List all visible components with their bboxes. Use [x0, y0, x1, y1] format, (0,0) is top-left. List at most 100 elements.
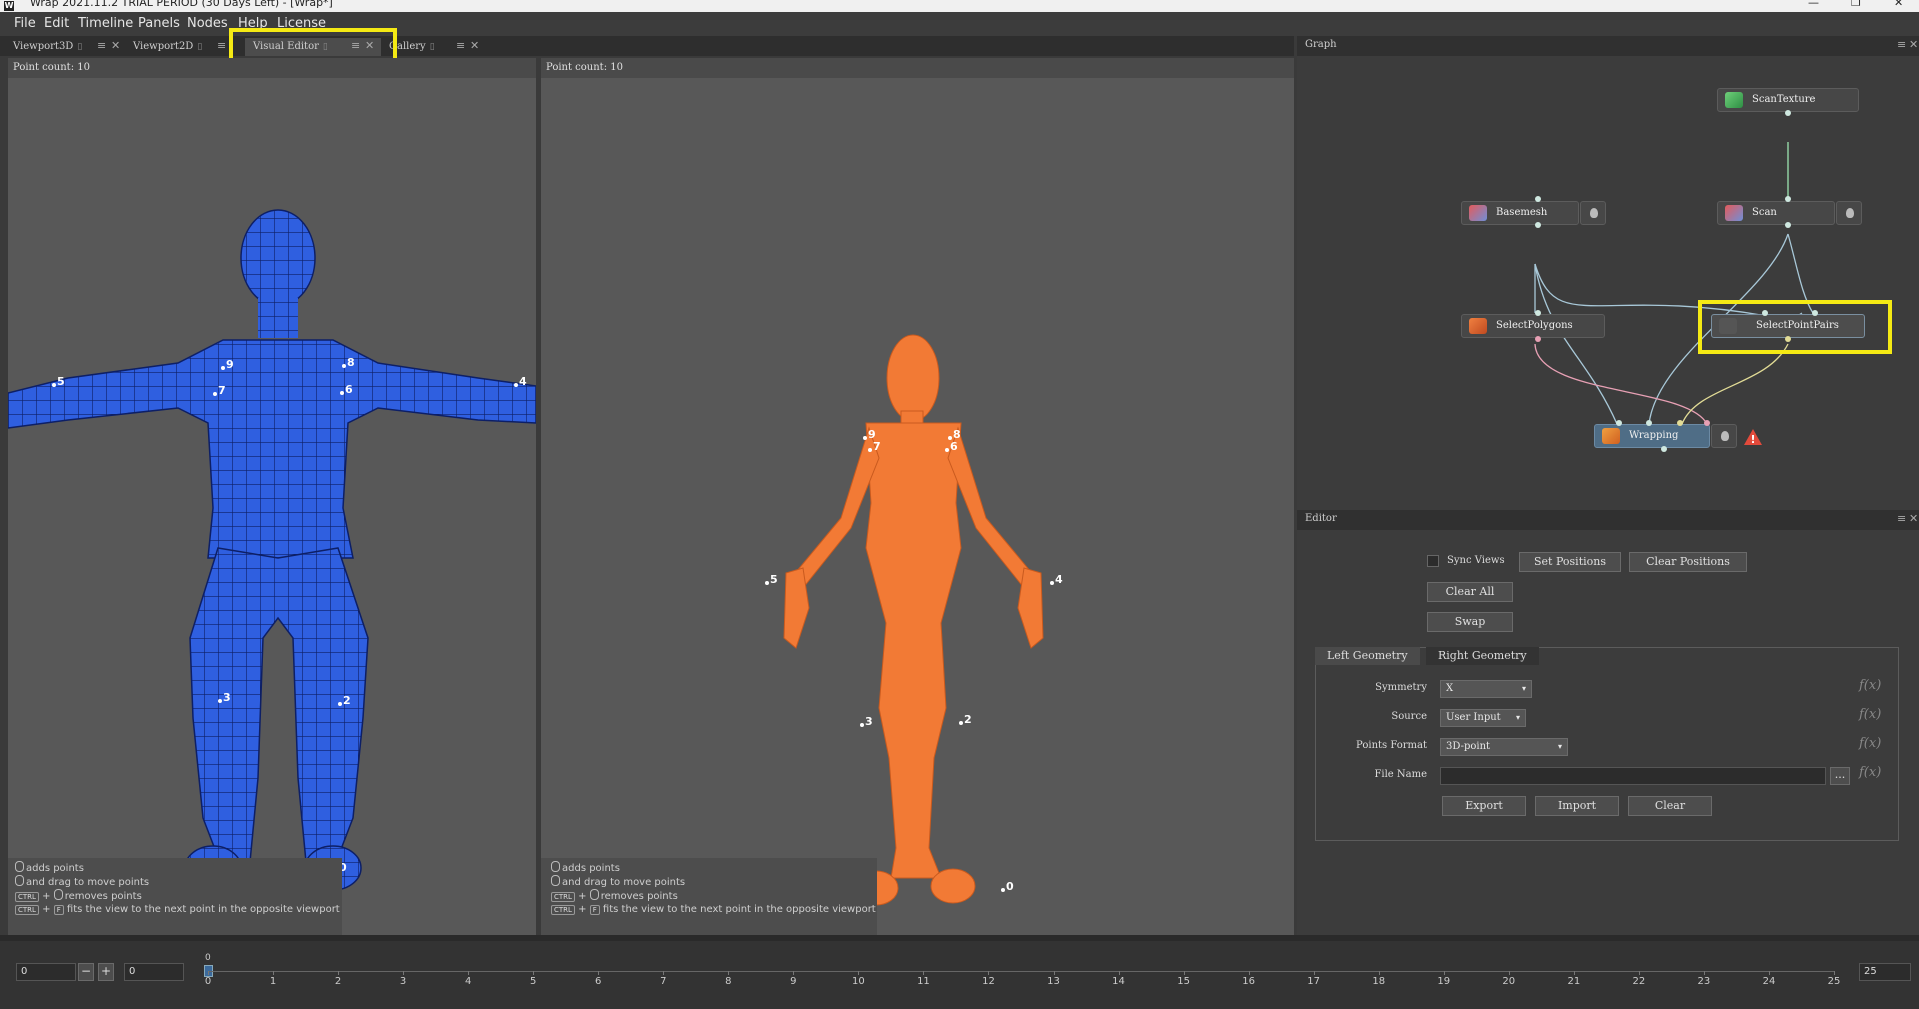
node-basemesh[interactable]: Basemesh	[1461, 201, 1579, 225]
clear-all-button[interactable]: Clear All	[1427, 582, 1513, 602]
visibility-bulb-icon[interactable]	[1580, 201, 1606, 225]
point-label: 7	[873, 440, 881, 453]
fx-icon[interactable]: f(x)	[1859, 736, 1881, 751]
app-icon: W	[4, 1, 14, 11]
tab-menu-icon[interactable]: ≡	[97, 38, 106, 54]
output-port[interactable]	[1661, 446, 1667, 452]
output-port[interactable]	[1785, 110, 1791, 116]
landmark-point[interactable]	[945, 448, 949, 452]
timeline-tick	[1443, 971, 1445, 975]
right-viewport[interactable]: Point count: 10 0 1 2 3 4 5 6 7 8 9 adds…	[541, 58, 1294, 935]
clear-positions-button[interactable]: Clear Positions	[1629, 552, 1747, 572]
maximize-button[interactable]: ❐	[1851, 0, 1861, 9]
landmark-point[interactable]	[948, 436, 952, 440]
landmark-point[interactable]	[863, 436, 867, 440]
plus-sign: +	[578, 891, 587, 902]
landmark-point[interactable]	[221, 366, 225, 370]
fx-icon[interactable]: f(x)	[1859, 765, 1881, 780]
tab-menu-icon[interactable]: ≡	[217, 38, 226, 54]
connection-line	[1681, 343, 1789, 425]
hint-text: and drag to move points	[562, 877, 686, 888]
file-name-input[interactable]	[1440, 767, 1826, 785]
timeline-tick-label: 2	[334, 976, 342, 987]
timeline-tick-label: 4	[464, 976, 472, 987]
hint-fit: CTRL + F fits the view to the next point…	[15, 903, 342, 917]
landmark-point[interactable]	[514, 383, 518, 387]
input-port[interactable]	[1535, 196, 1541, 202]
import-button[interactable]: Import	[1535, 796, 1619, 816]
tab-viewport3d[interactable]: Viewport3D ▯	[8, 38, 128, 56]
tab-menu-icon[interactable]: ≡	[456, 38, 465, 54]
landmark-point[interactable]	[959, 721, 963, 725]
input-port[interactable]	[1785, 196, 1791, 202]
blue-mesh-view[interactable]: 0 1 2 3 4 5 6 7 8 9	[8, 78, 536, 935]
left-viewport[interactable]: Point count: 10 0 1 2 3 4 5 6 7 8 9	[8, 58, 536, 935]
timeline-tick	[1834, 971, 1835, 975]
point-label: 6	[950, 440, 958, 453]
node-scan[interactable]: Scan	[1717, 201, 1835, 225]
close-window-button[interactable]: ✕	[1894, 0, 1903, 9]
close-icon[interactable]: ✕	[111, 38, 120, 54]
swap-button[interactable]: Swap	[1427, 612, 1513, 632]
menu-panels[interactable]: Panels	[138, 16, 180, 31]
fx-icon[interactable]: f(x)	[1859, 678, 1881, 693]
select-value: User Input	[1446, 712, 1501, 723]
export-button[interactable]: Export	[1442, 796, 1526, 816]
landmark-point[interactable]	[340, 391, 344, 395]
landmark-point[interactable]	[338, 702, 342, 706]
fx-icon[interactable]: f(x)	[1859, 707, 1881, 722]
node-label: Scan	[1752, 207, 1777, 218]
point-label: 4	[519, 375, 527, 388]
landmark-point[interactable]	[213, 392, 217, 396]
timeline-tick	[1248, 971, 1250, 975]
landmark-point[interactable]	[860, 723, 864, 727]
landmark-point[interactable]	[765, 581, 769, 585]
close-icon[interactable]: ✕	[1909, 512, 1918, 525]
output-port[interactable]	[1535, 222, 1541, 228]
graph-panel[interactable]: Graph ≡ ✕ ScanTexture Basemesh Scan Sele…	[1297, 36, 1919, 510]
timeline-end-input[interactable]: 25	[1859, 963, 1911, 981]
timeline-tick	[793, 971, 795, 975]
input-port[interactable]	[1646, 420, 1652, 426]
minimize-button[interactable]: —	[1808, 0, 1819, 9]
tab-right-geometry[interactable]: Right Geometry	[1426, 647, 1539, 665]
input-port[interactable]	[1535, 310, 1541, 316]
landmark-point[interactable]	[342, 364, 346, 368]
landmark-point[interactable]	[868, 448, 872, 452]
menu-nodes[interactable]: Nodes	[187, 16, 228, 31]
landmark-point[interactable]	[1001, 888, 1005, 892]
menu-edit[interactable]: Edit	[44, 16, 69, 31]
timeline-tick-label: 17	[1307, 976, 1321, 987]
close-icon[interactable]: ✕	[470, 38, 479, 54]
tab-left-geometry[interactable]: Left Geometry	[1315, 647, 1420, 665]
node-wrapping[interactable]: Wrapping	[1594, 424, 1710, 448]
input-port[interactable]	[1677, 420, 1683, 426]
output-port[interactable]	[1535, 336, 1541, 342]
mouse-icon	[589, 889, 599, 900]
symmetry-select[interactable]: X ▾	[1440, 680, 1532, 698]
timeline-tick	[663, 971, 665, 975]
menu-file[interactable]: File	[14, 16, 36, 31]
timeline-divider[interactable]	[0, 935, 1919, 941]
browse-button[interactable]: ...	[1830, 767, 1850, 785]
visibility-bulb-icon[interactable]	[1836, 201, 1862, 225]
orange-mesh-view[interactable]: 0 1 2 3 4 5 6 7 8 9	[541, 78, 1294, 935]
landmark-point[interactable]	[218, 699, 222, 703]
source-select[interactable]: User Input ▾	[1440, 709, 1526, 727]
set-positions-button[interactable]: Set Positions	[1519, 552, 1621, 572]
sync-views-checkbox[interactable]	[1427, 555, 1439, 567]
input-port[interactable]	[1616, 420, 1622, 426]
input-port[interactable]	[1704, 420, 1710, 426]
timeline-tick-label: 22	[1632, 976, 1646, 987]
menu-timeline[interactable]: Timeline	[78, 16, 133, 31]
points-format-select[interactable]: 3D-point ▾	[1440, 738, 1568, 756]
landmark-point[interactable]	[1050, 581, 1054, 585]
node-selectpolygons[interactable]: SelectPolygons	[1461, 314, 1605, 338]
node-scantexture[interactable]: ScanTexture	[1717, 88, 1859, 112]
output-port[interactable]	[1785, 222, 1791, 228]
panel-menu-icon[interactable]: ≡	[1897, 512, 1906, 525]
timeline-tick	[858, 971, 860, 975]
clear-button[interactable]: Clear	[1628, 796, 1712, 816]
landmark-point[interactable]	[52, 383, 56, 387]
visibility-bulb-icon[interactable]	[1711, 424, 1737, 448]
